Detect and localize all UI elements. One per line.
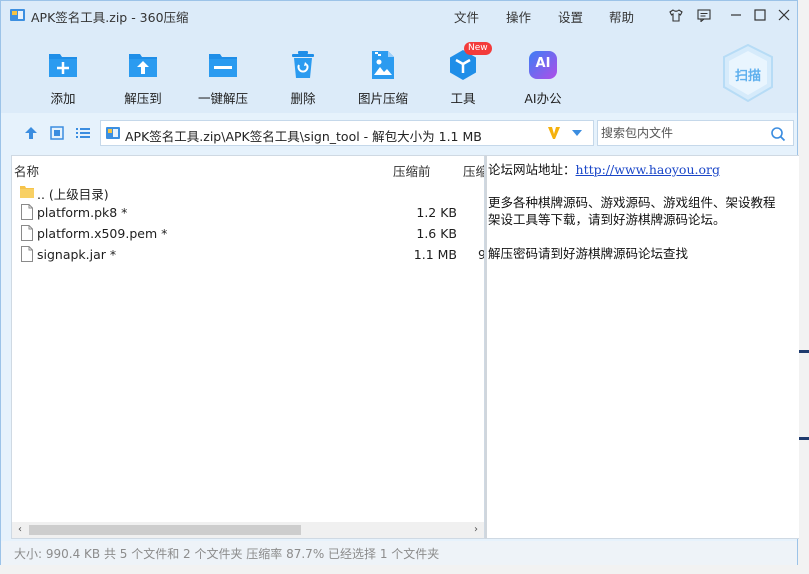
ai-office-button[interactable]: AI AI办公 xyxy=(503,49,583,107)
app-window: APK签名工具.zip - 360压缩 文件 操作 设置 帮助 添加 解压到 一… xyxy=(0,0,799,565)
file-icon xyxy=(21,225,33,241)
folder-icon xyxy=(20,186,34,198)
scan-button[interactable]: 扫描 xyxy=(720,43,776,105)
comment-line: 解压密码请到好游棋牌源码论坛查找 xyxy=(488,246,689,261)
menu-file[interactable]: 文件 xyxy=(454,7,479,26)
column-header-ratio[interactable]: 压缩 xyxy=(463,161,484,180)
ai-icon-text: AI xyxy=(535,56,551,71)
list-view-icon[interactable] xyxy=(75,125,91,141)
navigation-bar: APK签名工具.zip\APK签名工具\sign_tool - 解包大小为 1.… xyxy=(1,113,797,153)
maximize-button[interactable] xyxy=(751,6,769,24)
tools-button[interactable]: 工具 xyxy=(423,49,503,107)
horizontal-scrollbar[interactable]: ‹ › xyxy=(12,522,484,538)
menu-help[interactable]: 帮助 xyxy=(609,7,634,26)
background-right xyxy=(798,0,809,574)
status-bar: 大小: 990.4 KB 共 5 个文件和 2 个文件夹 压缩率 87.7% 已… xyxy=(1,541,797,565)
file-size: 1.1 MB xyxy=(413,247,457,262)
feedback-button[interactable] xyxy=(695,6,713,24)
search-input[interactable] xyxy=(601,124,761,142)
list-item[interactable]: .. (上级目录) xyxy=(12,181,484,202)
delete-icon xyxy=(292,51,314,78)
ai-office-label: AI办公 xyxy=(524,91,562,106)
menu-settings[interactable]: 设置 xyxy=(558,7,583,26)
app-logo-icon xyxy=(10,9,25,21)
image-compress-button[interactable]: 图片压缩 xyxy=(343,49,423,107)
background-bottom xyxy=(0,565,798,574)
delete-label: 删除 xyxy=(290,91,316,106)
search-icon[interactable] xyxy=(770,126,786,142)
extract-to-label: 解压到 xyxy=(124,91,162,106)
file-size: 1.2 KB xyxy=(416,205,457,220)
file-name: platform.pk8 * xyxy=(37,205,128,220)
forum-link[interactable]: http://www.haoyou.org xyxy=(576,162,720,177)
new-badge: New xyxy=(464,42,492,55)
toolbar: 添加 解压到 一键解压 删除 图片压缩 工具 AI AI办公 New 扫描 xyxy=(1,29,797,113)
scroll-left-icon[interactable]: ‹ xyxy=(14,524,26,536)
chevron-down-icon[interactable] xyxy=(571,129,583,137)
v-logo-icon[interactable] xyxy=(547,125,561,141)
list-item[interactable]: platform.pk8 * 1.2 KB xyxy=(12,202,484,223)
ai-office-icon: AI xyxy=(527,49,559,81)
close-icon xyxy=(778,9,790,21)
file-name: signapk.jar * xyxy=(37,247,117,262)
thumbnail-view-icon[interactable] xyxy=(49,125,65,141)
file-size: 1.6 KB xyxy=(416,226,457,241)
archive-comment-panel: 论坛网站地址：http://www.haoyou.org 更多各种棋牌源码、游戏… xyxy=(485,155,799,539)
add-button[interactable]: 添加 xyxy=(23,49,103,107)
file-icon xyxy=(21,246,33,262)
extract-to-button[interactable]: 解压到 xyxy=(103,49,183,107)
column-header-packed[interactable]: 压缩前 xyxy=(393,161,431,180)
file-ratio: 9 xyxy=(478,247,484,262)
one-click-extract-label: 一键解压 xyxy=(197,91,248,106)
title-bar: APK签名工具.zip - 360压缩 文件 操作 设置 帮助 xyxy=(1,1,797,29)
path-bar[interactable]: APK签名工具.zip\APK签名工具\sign_tool - 解包大小为 1.… xyxy=(100,120,594,146)
one-click-extract-icon xyxy=(209,54,237,77)
scan-label: 扫描 xyxy=(734,69,761,84)
comment-line-forum: 论坛网站地址：http://www.haoyou.org xyxy=(488,159,720,178)
minimize-icon xyxy=(731,14,741,16)
close-button[interactable] xyxy=(775,6,793,24)
shirt-icon xyxy=(669,8,683,22)
menu-operation[interactable]: 操作 xyxy=(506,7,531,26)
message-icon xyxy=(697,8,711,22)
list-item[interactable]: platform.x509.pem * 1.6 KB xyxy=(12,223,484,244)
file-list: 名称 压缩前 压缩 .. (上级目录) platform.pk8 * 1.2 K… xyxy=(11,155,485,539)
image-compress-icon xyxy=(372,51,394,79)
column-header-name[interactable]: 名称 xyxy=(14,161,39,180)
path-text: APK签名工具.zip\APK签名工具\sign_tool - 解包大小为 1.… xyxy=(125,129,482,144)
scrollbar-thumb[interactable] xyxy=(29,525,301,535)
tools-label: 工具 xyxy=(450,91,476,106)
window-title: APK签名工具.zip - 360压缩 xyxy=(31,10,189,25)
list-item[interactable]: signapk.jar * 1.1 MB 9 xyxy=(12,244,484,265)
image-compress-label: 图片压缩 xyxy=(357,91,408,106)
add-icon xyxy=(49,54,77,77)
delete-button[interactable]: 删除 xyxy=(263,49,343,107)
file-name: .. (上级目录) xyxy=(37,187,109,202)
minimize-button[interactable] xyxy=(727,6,745,24)
background-mark xyxy=(799,350,809,353)
zip-file-icon xyxy=(106,127,120,139)
background-mark xyxy=(799,437,809,440)
one-click-extract-button[interactable]: 一键解压 xyxy=(183,49,263,107)
search-box[interactable] xyxy=(597,120,794,146)
file-name: platform.x509.pem * xyxy=(37,226,168,241)
skin-button[interactable] xyxy=(667,6,685,24)
file-icon xyxy=(21,204,33,220)
comment-forum-label: 论坛网站地址： xyxy=(488,162,576,177)
scroll-right-icon[interactable]: › xyxy=(470,524,482,536)
maximize-icon xyxy=(754,9,766,21)
status-text: 大小: 990.4 KB 共 5 个文件和 2 个文件夹 压缩率 87.7% 已… xyxy=(14,547,440,561)
add-label: 添加 xyxy=(50,91,76,106)
extract-to-icon xyxy=(129,54,157,77)
up-arrow-icon[interactable] xyxy=(23,125,39,141)
comment-line: 架设工具等下载，请到好游棋牌源码论坛。 xyxy=(488,212,726,227)
